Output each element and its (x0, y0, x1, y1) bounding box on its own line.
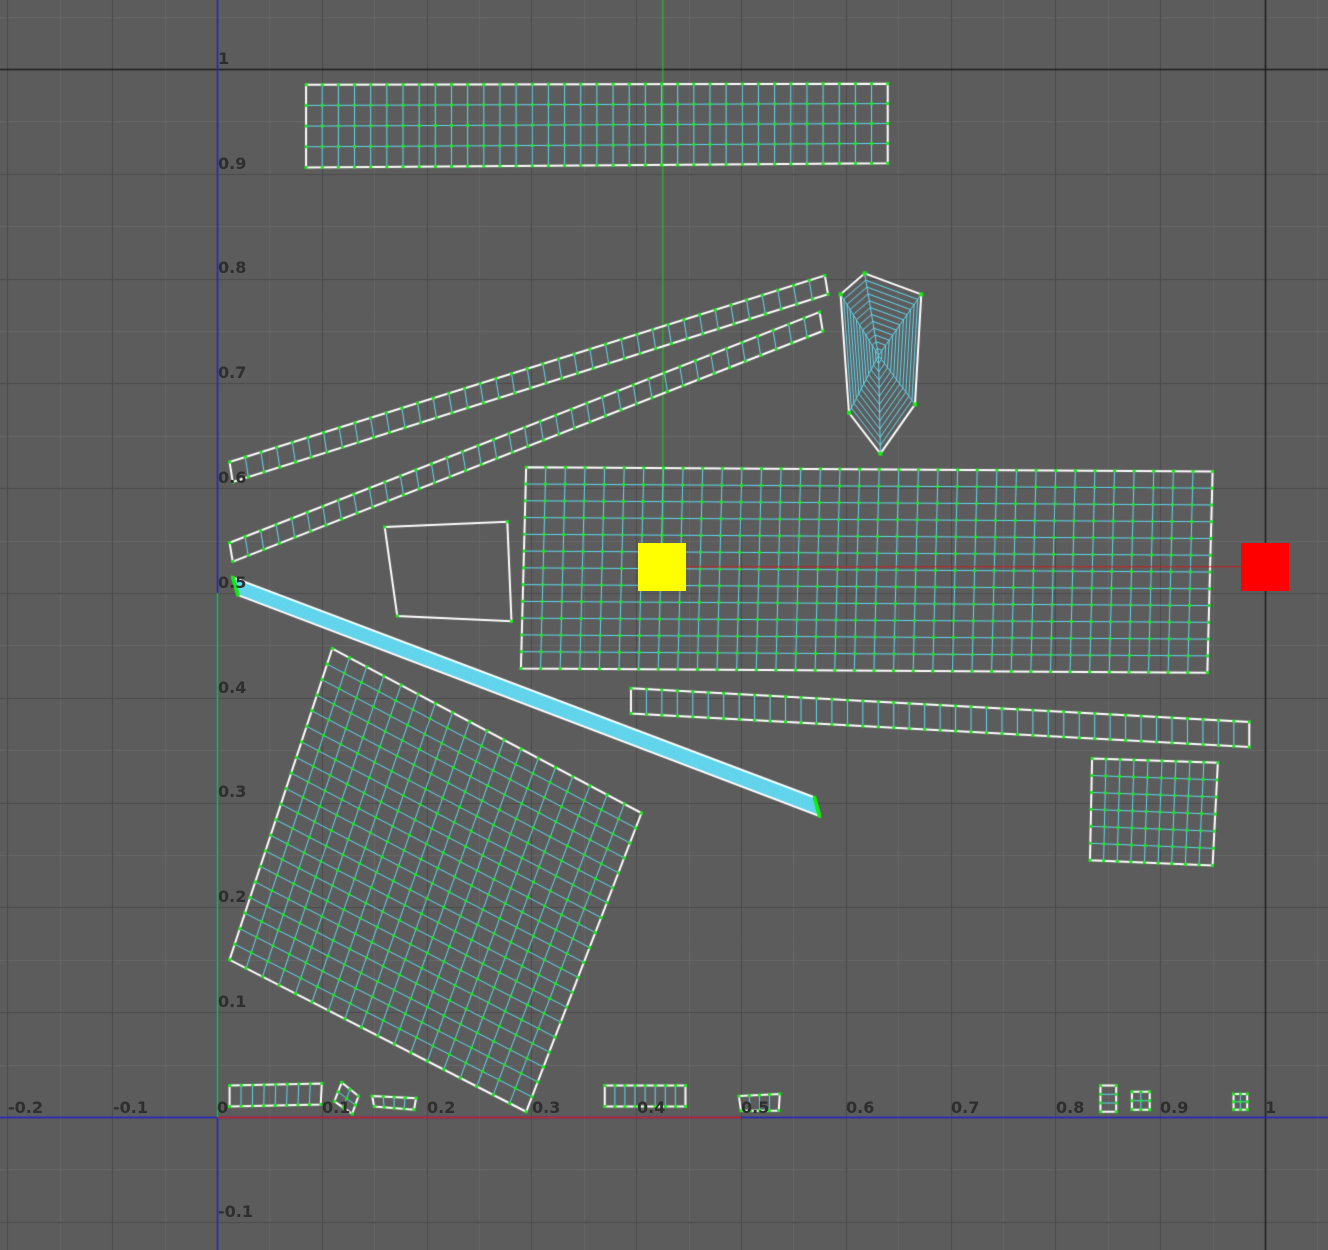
uv-viewport[interactable]: -0.2 -0.1 0 0.1 0.2 0.3 0.4 0.5 0.6 0.7 … (0, 0, 1328, 1250)
gizmo-center-handle[interactable] (638, 542, 687, 591)
uv-layout-canvas[interactable] (0, 0, 1328, 1250)
gizmo-u-axis-handle[interactable] (1241, 542, 1289, 591)
